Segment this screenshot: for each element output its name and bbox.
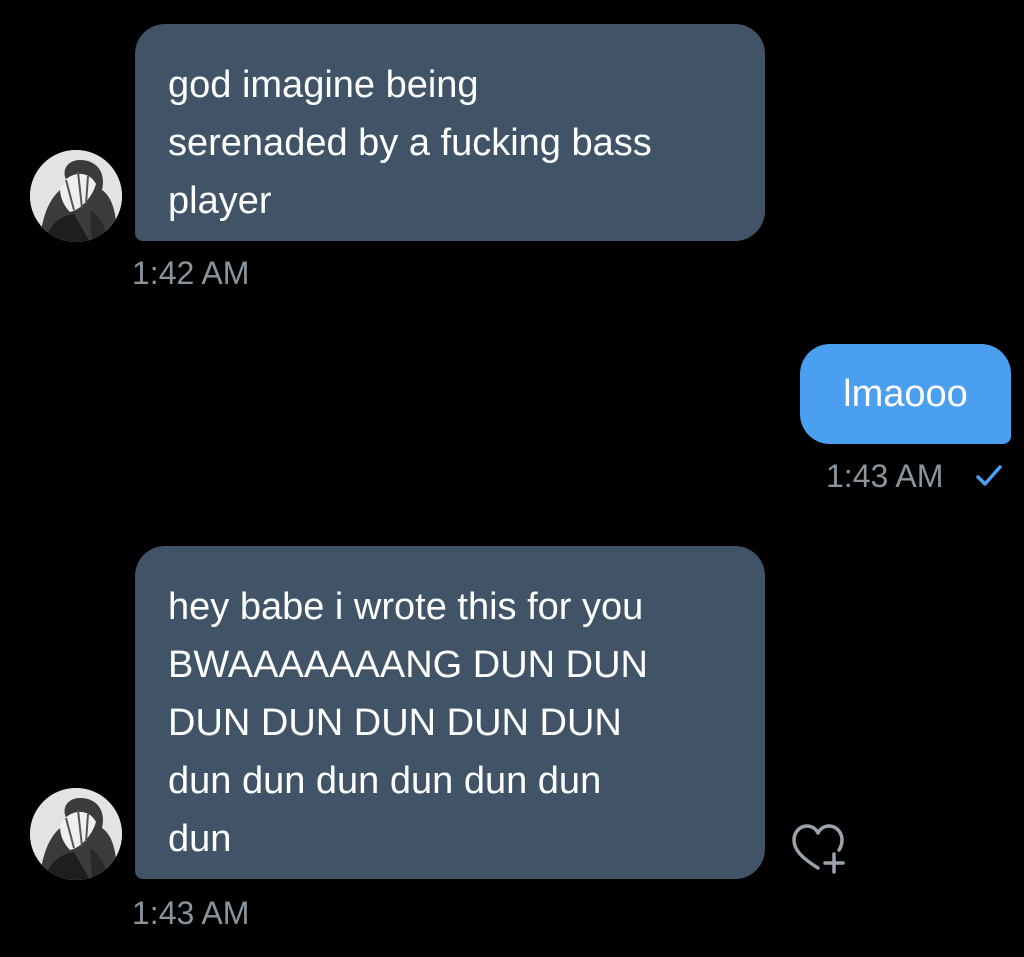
message-thread: god imagine being serenaded by a fucking… <box>0 0 1024 957</box>
heart-plus-icon[interactable] <box>790 820 850 876</box>
message-timestamp: 1:43 AM <box>132 895 250 931</box>
message-bubble[interactable]: hey babe i wrote this for you BWAAAAAAAN… <box>135 546 765 879</box>
message-bubble[interactable]: lmaooo <box>800 344 1011 444</box>
avatar[interactable] <box>30 788 122 880</box>
checkmark-icon <box>976 465 1002 486</box>
message-timestamp: 1:42 AM <box>132 255 250 291</box>
message-bubble[interactable]: god imagine being serenaded by a fucking… <box>135 24 765 241</box>
avatar[interactable] <box>30 150 122 242</box>
message-timestamp: 1:43 AM <box>826 458 944 494</box>
